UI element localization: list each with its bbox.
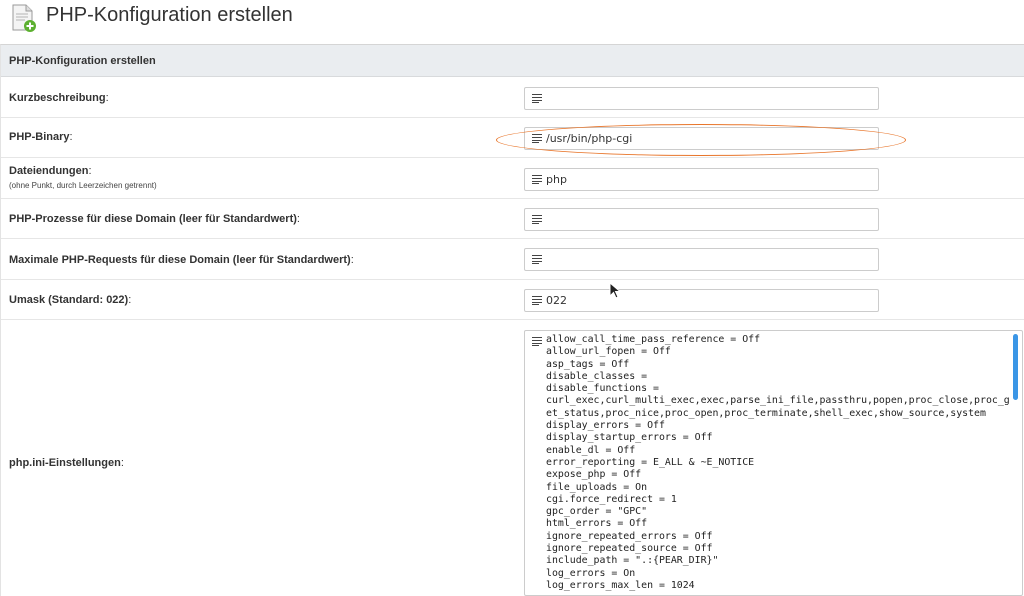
- text-lines-icon: [532, 296, 542, 305]
- short-description-input[interactable]: [524, 87, 879, 110]
- ini-settings-textarea[interactable]: allow_call_time_pass_reference = Off all…: [524, 330, 1023, 596]
- panel-heading: PHP-Konfiguration erstellen: [1, 45, 1024, 77]
- umask-value: 022: [546, 294, 567, 307]
- binary-label: PHP-Binary:: [9, 131, 73, 143]
- text-lines-icon: [532, 134, 542, 143]
- binary-value: /usr/bin/php-cgi: [546, 132, 633, 145]
- ini-settings-text: allow_call_time_pass_reference = Off all…: [546, 334, 1010, 591]
- text-lines-icon: [532, 337, 542, 346]
- umask-input[interactable]: 022: [524, 289, 879, 312]
- extensions-hint: (ohne Punkt, durch Leerzeichen getrennt): [9, 181, 157, 190]
- document-add-icon: [12, 4, 36, 32]
- mouse-pointer-icon: [609, 282, 622, 299]
- text-lines-icon: [532, 94, 542, 103]
- short-description-label: Kurzbeschreibung:: [9, 92, 109, 104]
- processes-label: PHP-Prozesse für diese Domain (leer für …: [9, 213, 300, 225]
- processes-input[interactable]: [524, 208, 879, 231]
- text-lines-icon: [532, 215, 542, 224]
- umask-label: Umask (Standard: 022):: [9, 294, 132, 306]
- page-title: PHP-Konfiguration erstellen: [46, 4, 293, 26]
- ini-settings-label: php.ini-Einstellungen:: [9, 457, 124, 469]
- page-header: PHP-Konfiguration erstellen: [0, 0, 1024, 44]
- textarea-scrollbar[interactable]: [1013, 334, 1018, 400]
- extensions-label: Dateiendungen:: [9, 165, 92, 177]
- extensions-value: php: [546, 173, 567, 186]
- max-requests-input[interactable]: [524, 248, 879, 271]
- text-lines-icon: [532, 255, 542, 264]
- extensions-input[interactable]: php: [524, 168, 879, 191]
- text-lines-icon: [532, 175, 542, 184]
- max-requests-label: Maximale PHP-Requests für diese Domain (…: [9, 254, 354, 266]
- binary-input[interactable]: /usr/bin/php-cgi: [524, 127, 879, 150]
